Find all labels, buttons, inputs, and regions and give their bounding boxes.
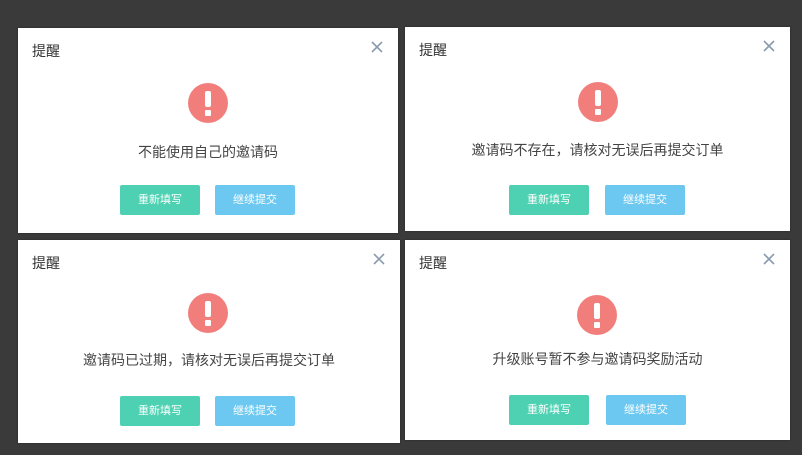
dialog-title: 提醒 (32, 44, 60, 60)
dialog-message: 邀请码不存在，请核对无误后再提交订单 (471, 143, 724, 159)
dialog-message: 升级账号暂不参与邀请码奖励活动 (492, 352, 703, 368)
dialog-title: 提醒 (419, 256, 447, 272)
dialog-message: 不能使用自己的邀请码 (138, 145, 278, 161)
alert-dialog: 提醒 升级账号暂不参与邀请码奖励活动 重新填写 继续提交 (405, 240, 790, 440)
exclamation-alert-icon (188, 83, 228, 123)
dialog-message: 邀请码已过期，请核对无误后再提交订单 (83, 353, 335, 369)
continue-submit-button[interactable]: 继续提交 (605, 185, 685, 215)
dialog-title: 提醒 (32, 256, 60, 272)
exclamation-alert-icon (577, 295, 617, 335)
continue-submit-button[interactable]: 继续提交 (606, 395, 686, 425)
alert-dialog: 提醒 不能使用自己的邀请码 重新填写 继续提交 (18, 28, 398, 233)
close-icon[interactable] (370, 40, 384, 54)
exclamation-alert-icon (578, 82, 618, 122)
continue-submit-button[interactable]: 继续提交 (215, 185, 295, 215)
refill-button[interactable]: 重新填写 (509, 395, 589, 425)
continue-submit-button[interactable]: 继续提交 (215, 396, 295, 426)
dialog-title: 提醒 (419, 43, 447, 59)
refill-button[interactable]: 重新填写 (509, 185, 589, 215)
close-icon[interactable] (762, 252, 776, 266)
refill-button[interactable]: 重新填写 (120, 396, 200, 426)
exclamation-alert-icon (188, 293, 228, 333)
close-icon[interactable] (372, 252, 386, 266)
alert-dialog: 提醒 邀请码已过期，请核对无误后再提交订单 重新填写 继续提交 (18, 240, 400, 443)
refill-button[interactable]: 重新填写 (120, 185, 200, 215)
alert-dialog: 提醒 邀请码不存在，请核对无误后再提交订单 重新填写 继续提交 (405, 27, 790, 231)
close-icon[interactable] (762, 39, 776, 53)
